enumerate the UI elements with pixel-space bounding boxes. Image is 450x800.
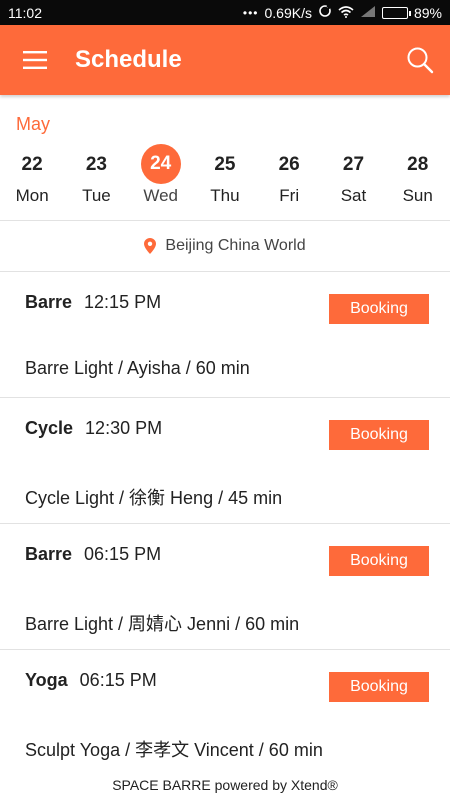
day-name: Tue <box>82 186 111 205</box>
day-wed-selected[interactable]: 24 Wed <box>129 144 193 216</box>
day-number: 26 <box>278 154 300 175</box>
class-description: Barre Light / Ayisha / 60 min <box>25 358 250 378</box>
booking-button[interactable]: Booking <box>329 672 429 702</box>
class-type: Yoga <box>25 670 68 690</box>
class-description: Sculpt Yoga / 李孝文 Vincent / 60 min <box>25 740 323 760</box>
class-item[interactable]: Barre 12:15 PM Booking Barre Light / Ayi… <box>0 272 450 398</box>
search-icon <box>407 47 434 74</box>
location-name: Beijing China World <box>165 237 306 254</box>
status-indicators: ••• 0.69K/s 89% <box>243 4 442 21</box>
class-header: Barre 12:15 PM <box>25 292 161 313</box>
day-fri[interactable]: 26 Fri <box>257 146 321 216</box>
battery-percent: 89% <box>413 4 442 21</box>
day-sun[interactable]: 28 Sun <box>386 146 450 216</box>
class-type: Barre <box>25 292 73 312</box>
day-name: Wed <box>143 186 178 205</box>
day-number: 22 <box>21 154 43 175</box>
class-description: Cycle Light / 徐衡 Heng / 45 min <box>25 488 283 508</box>
wifi-icon <box>338 5 354 21</box>
menu-button[interactable] <box>0 25 70 95</box>
day-number: 28 <box>407 154 429 175</box>
location-pin-icon <box>144 238 157 254</box>
class-description: Barre Light / 周婧心 Jenni / 60 min <box>25 614 300 634</box>
day-thu[interactable]: 25 Thu <box>193 146 257 216</box>
day-sat[interactable]: 27 Sat <box>321 146 385 216</box>
day-name: Sun <box>402 186 433 205</box>
day-number: 25 <box>214 154 236 175</box>
class-list: Barre 12:15 PM Booking Barre Light / Ayi… <box>0 272 450 776</box>
app-bar: Schedule <box>0 25 450 95</box>
sync-icon <box>318 4 333 21</box>
booking-button[interactable]: Booking <box>329 420 429 450</box>
booking-button[interactable]: Booking <box>329 546 429 576</box>
class-item[interactable]: Yoga 06:15 PM Booking Sculpt Yoga / 李孝文 … <box>0 650 450 776</box>
day-name: Sat <box>340 186 367 205</box>
week-day-picker: 22 Mon 23 Tue 24 Wed 25 Thu 26 Fri 27 Sa… <box>0 144 450 216</box>
class-type: Cycle <box>25 418 74 438</box>
footer-credit: SPACE BARRE powered by Xtend® <box>112 777 338 793</box>
class-header: Cycle 12:30 PM <box>25 418 162 439</box>
class-type: Barre <box>25 544 73 564</box>
network-speed: 0.69K/s <box>264 4 312 21</box>
day-mon[interactable]: 22 Mon <box>0 146 64 216</box>
location-selector[interactable]: Beijing China World <box>0 221 450 271</box>
month-label: May <box>16 114 51 134</box>
class-item[interactable]: Cycle 12:30 PM Booking Cycle Light / 徐衡 … <box>0 398 450 524</box>
more-dots-icon: ••• <box>242 5 259 20</box>
search-button[interactable] <box>390 25 450 95</box>
status-time: 11:02 <box>8 4 42 21</box>
hamburger-menu-icon <box>23 51 47 69</box>
class-time: 06:15 PM <box>84 544 162 564</box>
signal-icon <box>360 5 376 21</box>
day-number-selected: 24 <box>140 144 181 184</box>
battery-icon <box>381 6 411 19</box>
day-tue[interactable]: 23 Tue <box>64 146 128 216</box>
class-header: Barre 06:15 PM <box>25 544 161 565</box>
day-name: Fri <box>279 186 300 205</box>
day-number: 23 <box>85 154 107 175</box>
day-name: Thu <box>210 186 240 205</box>
class-time: 12:30 PM <box>85 418 163 438</box>
status-bar: 11:02 ••• 0.69K/s 89% <box>0 0 450 25</box>
day-name: Mon <box>15 186 49 205</box>
day-number: 27 <box>342 154 365 175</box>
class-time: 12:15 PM <box>84 292 162 312</box>
page-title: Schedule <box>75 46 182 73</box>
booking-button[interactable]: Booking <box>329 294 429 324</box>
class-header: Yoga 06:15 PM <box>25 670 157 691</box>
class-item[interactable]: Barre 06:15 PM Booking Barre Light / 周婧心… <box>0 524 450 650</box>
class-time: 06:15 PM <box>79 670 157 690</box>
